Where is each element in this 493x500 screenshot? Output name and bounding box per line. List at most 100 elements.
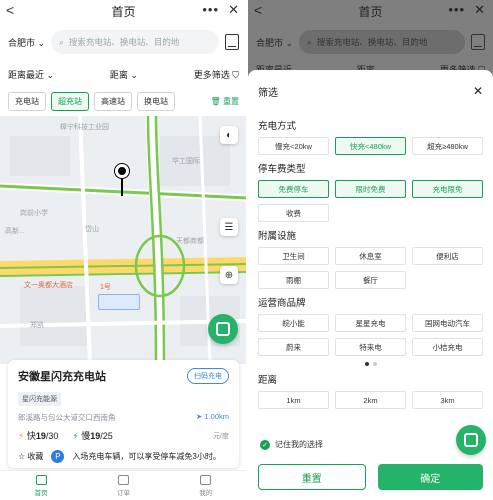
filter-option[interactable]: 休息室 — [335, 247, 406, 265]
filter-option[interactable]: 免费停车 — [258, 180, 329, 198]
filter-option[interactable]: 限时免费 — [335, 180, 406, 198]
search-placeholder: 搜索充电站、换电站、目的地 — [316, 37, 428, 47]
more-filters-button[interactable]: 更多筛选 ⛉ — [194, 68, 239, 81]
scan-icon[interactable] — [456, 425, 486, 455]
filter-option[interactable]: 便利店 — [412, 247, 483, 265]
map-view[interactable]: 樟宁科技工业园 华工国际 岗前小学 高新... 天都商都 岱山 文一奥都大酒店 … — [0, 116, 247, 364]
search-input[interactable]: ⌕ 搜索充电站、换电站、目的地 — [299, 30, 465, 54]
section-title: 附属设施 — [258, 231, 297, 242]
top-bar: < 首页 ••• ✕ — [248, 0, 493, 22]
station-marker-box[interactable] — [98, 294, 140, 310]
parking-icon: P — [51, 450, 65, 463]
section-title: 距离 — [258, 375, 278, 386]
filter-option[interactable]: 2km — [335, 391, 406, 409]
trash-icon: 🗑 — [210, 96, 221, 106]
layers-icon[interactable]: ◐ — [220, 126, 238, 144]
filter-option[interactable]: 特来电 — [335, 338, 406, 356]
chip-highway-station[interactable]: 高速站 — [94, 91, 132, 111]
favorite-button[interactable]: ☆ 收藏 — [18, 451, 43, 462]
filter-option[interactable]: 雨棚 — [258, 271, 329, 289]
sheet-close-icon[interactable]: ✕ — [473, 84, 483, 98]
reset-button[interactable]: 重置 — [258, 464, 366, 490]
search-input[interactable]: ⌕ 搜索充电站、换电站、目的地 — [51, 30, 219, 54]
more-icon[interactable]: ••• — [202, 2, 219, 17]
map-label: 樟宁科技工业园 — [60, 124, 109, 131]
station-distance[interactable]: ➤ 1.00km — [196, 412, 229, 423]
station-address-row: 郎溪路与包公大道交口西南角 ➤ 1.00km — [18, 412, 229, 423]
book-icon[interactable] — [225, 34, 239, 50]
filter-option[interactable]: 收费 — [258, 204, 329, 222]
filter-option[interactable]: 餐厅 — [335, 271, 406, 289]
chip-swap-station[interactable]: 换电站 — [137, 91, 175, 111]
filter-option[interactable]: 1km — [258, 391, 329, 409]
back-icon[interactable]: < — [254, 2, 262, 18]
home-screen: < 首页 ••• ✕ 合肥市 ⌄ ⌕ 搜索充电站、换电站、目的地 距离最近 ⌄ … — [0, 0, 247, 500]
remember-choice[interactable]: ✓ 记住我的选择 — [260, 439, 323, 450]
chip-charging-station[interactable]: 充电站 — [8, 91, 46, 111]
reset-link[interactable]: 🗑 重置 — [211, 96, 239, 107]
filter-option[interactable]: 星星充电 — [335, 314, 406, 332]
map-label: 华工国际 — [172, 158, 200, 165]
book-icon[interactable] — [471, 34, 485, 50]
filter-option[interactable]: 卫生间 — [258, 247, 329, 265]
scan-charge-button[interactable]: 扫码充电 — [187, 368, 229, 384]
station-card[interactable]: 安徽星闪充充电站 扫码充电 星闪充能源 郎溪路与包公大道交口西南角 ➤ 1.00… — [8, 360, 239, 468]
station-address: 郎溪路与包公大道交口西南角 — [18, 413, 116, 422]
search-icon: ⌕ — [59, 36, 64, 47]
filter-option[interactable]: 充电限免 — [412, 180, 483, 198]
option-grid: 1km 2km 3km — [258, 391, 483, 409]
top-bar: < 首页 ••• ✕ — [0, 0, 247, 22]
station-tag: 星闪充能源 — [18, 392, 61, 406]
confirm-button[interactable]: 确定 — [377, 464, 483, 490]
sheet-header: 筛选 ✕ — [258, 70, 483, 112]
profile-icon — [200, 474, 212, 485]
map-label: 1号 — [100, 284, 111, 291]
page-title: 首页 — [358, 4, 383, 19]
map-label: 文一奥都大酒店 — [24, 282, 73, 289]
fast-charger-count: ⚡ 快19/30 — [18, 431, 59, 441]
close-icon[interactable]: ✕ — [474, 2, 485, 18]
map-label: 郑凯 — [30, 322, 44, 329]
filter-row: 距离最近 ⌄ 距离 ⌄ 更多筛选 ⛉ — [0, 62, 247, 86]
filter-option[interactable]: 慢充<20kw — [258, 137, 329, 155]
list-icon[interactable]: ☰ — [220, 218, 238, 236]
nav-home[interactable]: 首页 — [35, 474, 48, 497]
star-icon: ☆ — [18, 452, 26, 461]
close-icon[interactable]: ✕ — [228, 2, 239, 18]
filter-sections: 充电方式 慢充<20kw 快充<480kw 超充≥480kw 停车费类型 免费停车 限时免费… — [258, 118, 483, 409]
filter-option[interactable]: 皖小能 — [258, 314, 329, 332]
filter-option[interactable]: 国网电动汽车 — [412, 314, 483, 332]
filter-option[interactable]: 3km — [412, 391, 483, 409]
section-title: 运营商品牌 — [258, 298, 306, 309]
city-selector[interactable]: 合肥市 ⌄ — [8, 36, 45, 49]
nav-profile[interactable]: 我的 — [199, 474, 212, 497]
sheet-title: 筛选 — [258, 87, 278, 99]
filter-option[interactable]: 小桔充电 — [412, 338, 483, 356]
pin-stem — [121, 178, 123, 196]
chip-supercharge-station[interactable]: 超充站 — [51, 91, 89, 111]
locate-icon[interactable]: ⊕ — [220, 266, 238, 284]
page-dot — [372, 362, 377, 366]
slow-charger-count: ⚡ 慢19/25 — [72, 431, 113, 441]
bottom-nav: 首页 订单 我的 — [0, 470, 247, 500]
city-selector[interactable]: 合肥市 ⌄ — [256, 36, 293, 49]
more-icon[interactable]: ••• — [448, 2, 465, 17]
slow-bolt-icon: ⚡ — [72, 431, 79, 441]
back-icon[interactable]: < — [6, 2, 14, 18]
filter-option[interactable]: 快充<480kw — [335, 137, 406, 155]
page-dots — [258, 362, 483, 366]
scan-icon[interactable] — [208, 314, 238, 344]
filter-option[interactable]: 蔚来 — [258, 338, 329, 356]
sort-dropdown[interactable]: 距离最近 ⌄ — [8, 68, 54, 81]
map-label: 天都商都 — [176, 238, 204, 245]
nav-orders[interactable]: 订单 — [117, 474, 130, 497]
search-icon: ⌕ — [307, 36, 312, 47]
chip-row: 充电站 超充站 高速站 换电站 🗑 重置 — [0, 86, 247, 116]
section-title: 充电方式 — [258, 121, 297, 132]
distance-dropdown[interactable]: 距离 ⌄ — [110, 68, 138, 81]
card-bottom-row: ☆ 收藏 P 入场充电车辆，可以享受停车减免3小时。 — [18, 450, 229, 463]
dimmed-header: < 首页 ••• ✕ 合肥市 ⌄ ⌕ 搜索充电站、换电站、目的地 距离最近 ⌄ … — [248, 0, 493, 78]
location-pin-icon[interactable] — [115, 164, 129, 178]
fast-bolt-icon: ⚡ — [18, 431, 25, 441]
filter-option[interactable]: 超充≥480kw — [412, 137, 483, 155]
